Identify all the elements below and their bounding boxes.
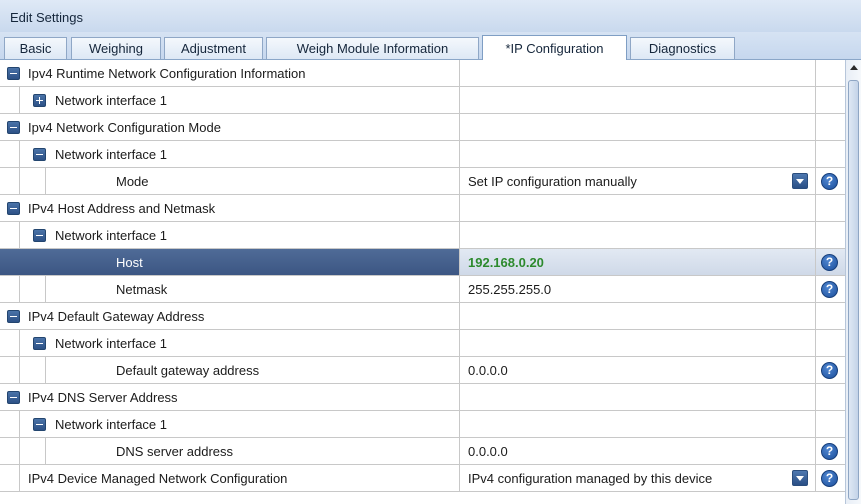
netmask-input[interactable]: 255.255.255.0 bbox=[460, 276, 816, 303]
grid-row-gateway-network-interface-1[interactable]: Network interface 1 bbox=[0, 330, 845, 357]
window-title: Edit Settings bbox=[10, 10, 83, 25]
grid-row-dns-server-address[interactable]: DNS server address 0.0.0.0 ? bbox=[0, 438, 845, 465]
grid-row-default-gateway-address[interactable]: Default gateway address 0.0.0.0 ? bbox=[0, 357, 845, 384]
mode-value: Set IP configuration manually bbox=[468, 174, 637, 189]
collapse-icon[interactable] bbox=[33, 418, 46, 431]
grid-row-runtime-network-interface-1[interactable]: Network interface 1 bbox=[0, 87, 845, 114]
netmask-label: Netmask bbox=[116, 282, 168, 297]
mode-label: Mode bbox=[116, 174, 149, 189]
tab-weigh-module-information[interactable]: Weigh Module Information bbox=[266, 37, 479, 59]
expand-icon[interactable] bbox=[33, 94, 46, 107]
collapse-icon[interactable] bbox=[7, 391, 20, 404]
row-label: Network interface 1 bbox=[55, 336, 167, 351]
tab-ip-configuration[interactable]: *IP Configuration bbox=[482, 35, 627, 60]
device-managed-value: IPv4 configuration managed by this devic… bbox=[468, 471, 713, 486]
device-managed-label: IPv4 Device Managed Network Configuratio… bbox=[28, 471, 288, 486]
tab-basic[interactable]: Basic bbox=[4, 37, 67, 59]
collapse-icon[interactable] bbox=[7, 202, 20, 215]
help-icon[interactable]: ? bbox=[821, 281, 838, 298]
dns-server-label: DNS server address bbox=[116, 444, 234, 459]
row-label: Network interface 1 bbox=[55, 93, 167, 108]
vertical-scrollbar[interactable] bbox=[845, 60, 861, 504]
tab-weighing[interactable]: Weighing bbox=[71, 37, 161, 59]
property-grid: Ipv4 Runtime Network Configuration Infor… bbox=[0, 60, 845, 504]
grid-row-ipv4-host-netmask[interactable]: IPv4 Host Address and Netmask bbox=[0, 195, 845, 222]
chevron-down-icon[interactable] bbox=[792, 470, 808, 486]
row-label: IPv4 Default Gateway Address bbox=[28, 309, 205, 324]
host-input[interactable]: 192.168.0.20 bbox=[460, 249, 816, 276]
default-gateway-value: 0.0.0.0 bbox=[468, 363, 508, 378]
row-label: IPv4 Host Address and Netmask bbox=[28, 201, 216, 216]
row-label: Ipv4 Runtime Network Configuration Infor… bbox=[28, 66, 306, 81]
grid-row-ipv4-dns-server[interactable]: IPv4 DNS Server Address bbox=[0, 384, 845, 411]
default-gateway-label: Default gateway address bbox=[116, 363, 260, 378]
device-managed-dropdown[interactable]: IPv4 configuration managed by this devic… bbox=[460, 465, 816, 492]
help-icon[interactable]: ? bbox=[821, 173, 838, 190]
default-gateway-input[interactable]: 0.0.0.0 bbox=[460, 357, 816, 384]
row-label: Network interface 1 bbox=[55, 147, 167, 162]
collapse-icon[interactable] bbox=[7, 121, 20, 134]
scroll-thumb[interactable] bbox=[848, 80, 859, 500]
grid-row-ipv4-config-mode[interactable]: Ipv4 Network Configuration Mode bbox=[0, 114, 845, 141]
host-label: Host bbox=[116, 255, 143, 270]
dns-server-value: 0.0.0.0 bbox=[468, 444, 508, 459]
row-label: Network interface 1 bbox=[55, 228, 167, 243]
mode-dropdown[interactable]: Set IP configuration manually bbox=[460, 168, 816, 195]
grid-row-ipv4-default-gateway[interactable]: IPv4 Default Gateway Address bbox=[0, 303, 845, 330]
host-value: 192.168.0.20 bbox=[468, 255, 544, 270]
scroll-up-icon[interactable] bbox=[846, 60, 861, 76]
dns-server-input[interactable]: 0.0.0.0 bbox=[460, 438, 816, 465]
grid-row-ipv4-runtime-info[interactable]: Ipv4 Runtime Network Configuration Infor… bbox=[0, 60, 845, 87]
grid-row-dns-network-interface-1[interactable]: Network interface 1 bbox=[0, 411, 845, 438]
chevron-down-icon[interactable] bbox=[792, 173, 808, 189]
grid-row-mode[interactable]: Mode Set IP configuration manually ? bbox=[0, 168, 845, 195]
tab-adjustment[interactable]: Adjustment bbox=[164, 37, 263, 59]
collapse-icon[interactable] bbox=[33, 229, 46, 242]
grid-row-mode-network-interface-1[interactable]: Network interface 1 bbox=[0, 141, 845, 168]
window-titlebar: Edit Settings bbox=[0, 0, 861, 32]
row-label: IPv4 DNS Server Address bbox=[28, 390, 178, 405]
help-icon[interactable]: ? bbox=[821, 470, 838, 487]
help-icon[interactable]: ? bbox=[821, 254, 838, 271]
row-label: Network interface 1 bbox=[55, 417, 167, 432]
row-label: Ipv4 Network Configuration Mode bbox=[28, 120, 221, 135]
collapse-icon[interactable] bbox=[7, 67, 20, 80]
grid-row-netmask[interactable]: Netmask 255.255.255.0 ? bbox=[0, 276, 845, 303]
collapse-icon[interactable] bbox=[33, 337, 46, 350]
netmask-value: 255.255.255.0 bbox=[468, 282, 552, 297]
help-icon[interactable]: ? bbox=[821, 443, 838, 460]
collapse-icon[interactable] bbox=[7, 310, 20, 323]
tab-diagnostics[interactable]: Diagnostics bbox=[630, 37, 735, 59]
grid-row-device-managed-config[interactable]: IPv4 Device Managed Network Configuratio… bbox=[0, 465, 845, 492]
grid-row-host[interactable]: Host 192.168.0.20 ? bbox=[0, 249, 845, 276]
tab-strip: Basic Weighing Adjustment Weigh Module I… bbox=[0, 32, 861, 60]
grid-row-host-network-interface-1[interactable]: Network interface 1 bbox=[0, 222, 845, 249]
collapse-icon[interactable] bbox=[33, 148, 46, 161]
help-icon[interactable]: ? bbox=[821, 362, 838, 379]
